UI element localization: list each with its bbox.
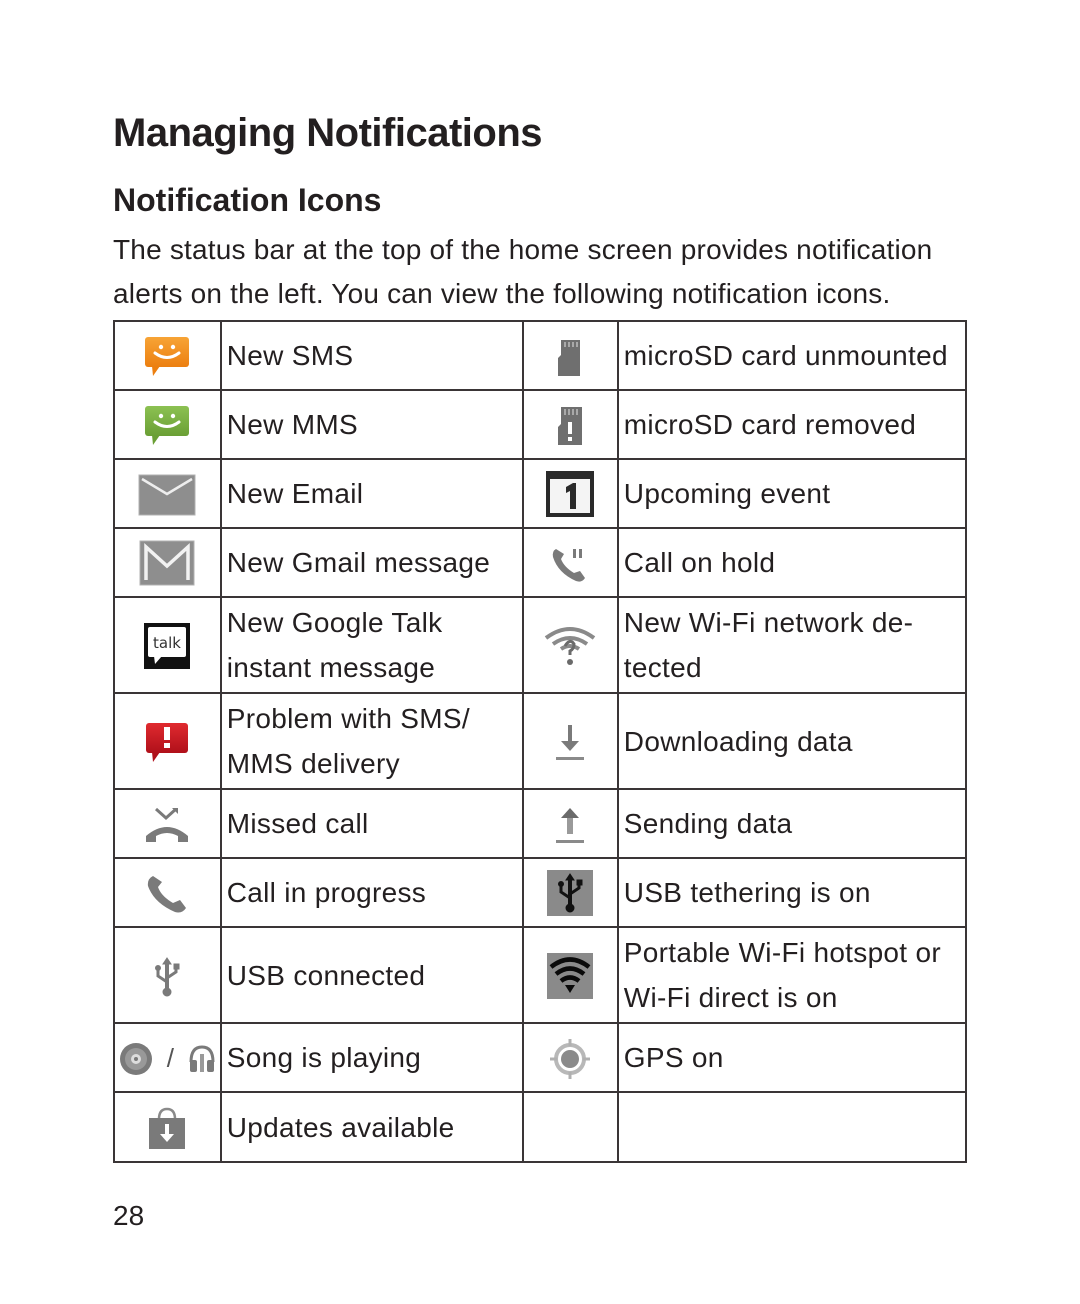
mms-green-smiley-bubble-icon (144, 405, 190, 447)
icon-label: New Gmail message (219, 527, 524, 598)
icon-cell (521, 458, 619, 529)
table-row: New Email Upcoming event (113, 458, 968, 529)
icon-cell (521, 527, 619, 598)
icon-label: New Wi-Fi network de-tected (616, 596, 968, 694)
separator-slash: / (166, 1043, 174, 1074)
disc-icon (119, 1042, 153, 1076)
icon-label: Upcoming event (616, 458, 968, 529)
sms-error-icon (145, 722, 189, 764)
icon-cell (113, 857, 222, 928)
icon-cell (113, 926, 222, 1024)
table-row: Missed call Sending data (113, 788, 968, 859)
icon-label: Call on hold (616, 527, 968, 598)
icon-cell (521, 389, 619, 460)
table-row: Call in progress USB tethering is on (113, 857, 968, 928)
sms-orange-smiley-bubble-icon (144, 336, 190, 378)
envelope-icon (138, 474, 196, 516)
icon-cell (521, 692, 619, 790)
icon-label: Song is playing (219, 1022, 524, 1093)
page-title: Managing Notifications (113, 111, 543, 155)
icon-cell (113, 1091, 222, 1163)
table-row: New Gmail message Call on hold (113, 527, 968, 598)
icon-cell (113, 458, 222, 529)
icon-cell (113, 527, 222, 598)
icon-cell (521, 596, 619, 694)
intro-paragraph: The status bar at the top of the home sc… (113, 234, 933, 309)
icon-cell (113, 788, 222, 859)
gmail-icon (139, 540, 195, 586)
phone-hold-icon (550, 545, 590, 585)
svg-text:talk: talk (153, 634, 181, 652)
icon-label: Call in progress (219, 857, 524, 928)
page-number: 28 (113, 1200, 145, 1231)
icon-cell: / (113, 1022, 222, 1093)
icon-label: USB connected (219, 926, 524, 1024)
wifi-hotspot-icon (547, 952, 594, 999)
table-row: talk New Google Talk instant message New… (113, 596, 968, 694)
icon-label: Problem with SMS/ MMS delivery (219, 692, 524, 790)
gps-icon (548, 1037, 592, 1081)
icon-label: Updates available (219, 1091, 524, 1163)
icon-cell (113, 320, 222, 391)
usb-icon (152, 956, 182, 998)
microsd-card-icon (556, 338, 584, 378)
icon-cell (113, 692, 222, 790)
icon-cell (521, 1022, 619, 1093)
icon-cell (521, 320, 619, 391)
empty-icon-cell (521, 1091, 619, 1163)
headphones-icon (188, 1044, 216, 1074)
icon-label: USB tethering is on (616, 857, 968, 928)
icon-label: New Email (219, 458, 524, 529)
shopping-bag-download-icon (145, 1105, 189, 1151)
icon-cell (521, 926, 619, 1024)
table-row: New MMS microSD card removed (113, 389, 968, 460)
empty-label-cell (616, 1091, 968, 1163)
phone-icon (145, 873, 189, 915)
icon-label: New MMS (219, 389, 524, 460)
table-row: New SMS microSD card unmounted (113, 320, 968, 391)
table-row: / Song is playing GPS on (113, 1022, 968, 1093)
calendar-icon (546, 471, 595, 518)
upload-arrow-icon (554, 806, 586, 846)
icon-label: New SMS (219, 320, 524, 391)
icon-label: GPS on (616, 1022, 968, 1093)
icon-label: Downloading data (616, 692, 968, 790)
notification-icons-table: New SMS microSD card unmounted New MMS m… (113, 320, 968, 1163)
table-row: Updates available (113, 1091, 968, 1163)
icon-label: New Google Talk instant message (219, 596, 524, 694)
microsd-card-removed-icon (555, 405, 585, 447)
icon-label: Missed call (219, 788, 524, 859)
icon-cell (521, 788, 619, 859)
icon-label: microSD card unmounted (616, 320, 968, 391)
icon-cell (113, 389, 222, 460)
download-arrow-icon (554, 723, 586, 763)
icon-label: Sending data (616, 788, 968, 859)
usb-tethering-icon (547, 870, 594, 917)
table-row: USB connected Portable Wi-Fi hotspot or … (113, 926, 968, 1024)
icon-cell (521, 857, 619, 928)
icon-label: microSD card removed (616, 389, 968, 460)
icon-label: Portable Wi-Fi hotspot or Wi-Fi direct i… (616, 926, 968, 1024)
wifi-question-icon (543, 624, 597, 668)
icon-cell: talk (113, 596, 222, 694)
section-title: Notification Icons (113, 182, 382, 218)
table-row: Problem with SMS/ MMS delivery Downloadi… (113, 692, 968, 790)
missed-call-icon (144, 806, 190, 846)
talk-bubble-icon: talk (144, 622, 191, 669)
